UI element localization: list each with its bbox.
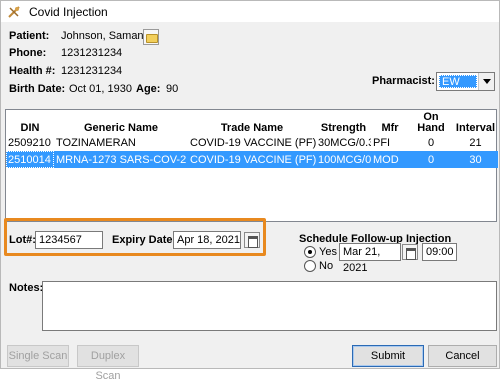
table-row-selected[interactable]: 2510014 MRNA-1273 SARS-COV-2 COVID-19 VA… bbox=[6, 151, 498, 168]
expiry-date-input[interactable]: Apr 18, 2021 bbox=[173, 231, 241, 249]
vaccine-table: DIN Generic Name Trade Name Strength Mfr… bbox=[5, 109, 498, 222]
pharmacist-value: EW bbox=[439, 75, 477, 88]
expiry-date-label: Expiry Date: bbox=[112, 234, 177, 246]
folder-icon[interactable] bbox=[143, 29, 159, 45]
cell-trade-name: COVID-19 VACCINE (PF) bbox=[188, 151, 316, 168]
column-header-strength[interactable]: Strength bbox=[316, 110, 371, 134]
column-header-trade-name[interactable]: Trade Name bbox=[188, 110, 316, 134]
cell-strength: 100MCG/0.5 bbox=[316, 151, 371, 168]
app-icon bbox=[7, 5, 21, 19]
column-header-mfr[interactable]: Mfr bbox=[371, 110, 409, 134]
cell-generic-name: MRNA-1273 SARS-COV-2 bbox=[54, 151, 188, 168]
notes-label: Notes: bbox=[9, 282, 44, 294]
health-number-value: 1231231234 bbox=[61, 65, 123, 77]
followup-yes-radio[interactable] bbox=[304, 246, 316, 258]
patient-label: Patient: bbox=[9, 30, 50, 42]
phone-label: Phone: bbox=[9, 47, 47, 59]
followup-time-input[interactable]: 09:00 bbox=[422, 243, 457, 261]
followup-no-radio[interactable] bbox=[304, 260, 316, 272]
cell-din: 2510014 bbox=[6, 151, 54, 168]
birth-date-label: Birth Date: bbox=[9, 83, 66, 95]
pharmacist-select[interactable]: EW bbox=[436, 72, 495, 91]
cell-mfr: PFI bbox=[373, 136, 391, 149]
health-number-label: Health #: bbox=[9, 65, 56, 77]
column-header-on-hand[interactable]: On Hand bbox=[409, 110, 453, 134]
followup-no-label: No bbox=[319, 260, 334, 272]
age-value: 90 bbox=[166, 83, 179, 95]
submit-button[interactable]: Submit bbox=[352, 345, 424, 367]
table-row[interactable]: 2509210 TOZINAMERAN COVID-19 VACCINE (PF… bbox=[6, 134, 498, 151]
window-title: Covid Injection bbox=[29, 4, 108, 19]
cell-on-hand: 0 bbox=[409, 151, 453, 168]
title-bar: Covid Injection bbox=[1, 1, 499, 22]
cell-trade-name: COVID-19 VACCINE (PF) bbox=[190, 136, 316, 149]
calendar-icon[interactable] bbox=[402, 244, 418, 260]
table-header-row: DIN Generic Name Trade Name Strength Mfr… bbox=[6, 110, 498, 134]
phone-value: 1231231234 bbox=[61, 47, 123, 59]
followup-date-input[interactable]: Mar 21, 2021 bbox=[339, 243, 401, 274]
cancel-button[interactable]: Cancel bbox=[428, 345, 497, 367]
duplex-scan-button[interactable]: Duplex Scan bbox=[77, 345, 139, 382]
notes-textarea[interactable] bbox=[42, 281, 497, 331]
chevron-down-icon[interactable] bbox=[478, 73, 494, 90]
cell-generic-name: TOZINAMERAN bbox=[56, 136, 136, 149]
cell-interval: 30 bbox=[453, 151, 498, 168]
covid-injection-window: Covid Injection Patient: Johnson, Samant… bbox=[0, 0, 500, 382]
lot-label: Lot#: bbox=[9, 234, 36, 246]
calendar-icon[interactable] bbox=[244, 232, 260, 248]
lot-number-input[interactable]: 1234567 bbox=[35, 231, 103, 249]
followup-yes-label: Yes bbox=[319, 246, 337, 258]
cell-mfr: MOD bbox=[371, 151, 409, 168]
single-scan-button[interactable]: Single Scan bbox=[7, 345, 69, 367]
cell-on-hand: 0 bbox=[427, 136, 435, 149]
cell-interval: 21 bbox=[469, 136, 482, 149]
cell-din: 2509210 bbox=[8, 136, 51, 149]
pharmacist-label: Pharmacist: bbox=[372, 75, 435, 87]
age-label: Age: bbox=[136, 83, 161, 95]
birth-date-value: Oct 01, 1930 bbox=[69, 83, 132, 95]
column-header-din[interactable]: DIN bbox=[6, 110, 54, 134]
cell-strength: 30MCG/0.3 bbox=[318, 136, 371, 149]
column-header-generic-name[interactable]: Generic Name bbox=[54, 110, 188, 134]
column-header-interval[interactable]: Interval bbox=[453, 110, 498, 134]
